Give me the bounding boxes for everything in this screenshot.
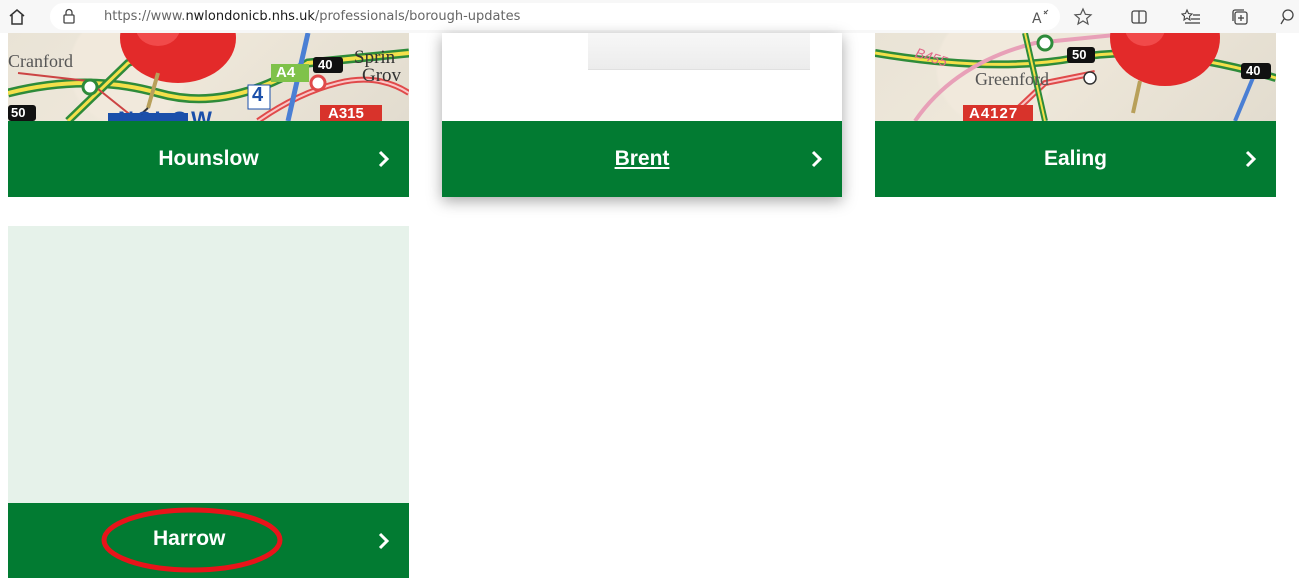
brent-image-photo (588, 33, 810, 70)
browser-address-bar: https://www.nwlondonicb.nhs.uk/professio… (0, 0, 1299, 33)
lock-icon[interactable] (60, 7, 78, 25)
road-sign-40: 40 (1246, 63, 1261, 78)
road-sign-a4127: A4127 (969, 105, 1019, 121)
hounslow-link-bar[interactable]: Hounslow (8, 121, 409, 197)
split-screen-icon[interactable] (1128, 6, 1150, 28)
road-sign-50: 50 (11, 105, 26, 120)
road-sign-a315: A315 (328, 105, 364, 121)
ealing-link-bar[interactable]: Ealing (875, 121, 1276, 197)
borough-label-hounslow[interactable]: Hounslow (158, 147, 258, 171)
chevron-right-icon (378, 150, 390, 168)
road-sign-50: 50 (1072, 47, 1087, 62)
url-path: /professionals/borough-updates (314, 9, 521, 24)
annotation-highlight-circle (101, 507, 283, 573)
favorites-list-icon[interactable] (1180, 6, 1202, 28)
svg-text:A: A (1032, 11, 1042, 26)
borough-card-ealing[interactable]: Greenford B455 A4127 50 40 Ealing (875, 33, 1276, 197)
brent-link-bar[interactable]: Brent (442, 121, 842, 197)
chevron-right-icon (811, 150, 823, 168)
map-label-cranford: Cranford (8, 51, 73, 71)
hounslow-map-image: Cranford Sprin Grov A4 40 A315 50 4 NSLO… (8, 33, 409, 121)
borough-card-brent[interactable]: Brent (442, 33, 842, 197)
ealing-map-image: Greenford B455 A4127 50 40 (875, 33, 1276, 121)
borough-card-hounslow[interactable]: Cranford Sprin Grov A4 40 A315 50 4 NSLO… (8, 33, 409, 197)
extensions-icon[interactable] (1277, 6, 1299, 28)
map-label-hounslow: NSLOW (118, 107, 215, 121)
map-label-greenford: Greenford (975, 69, 1049, 89)
road-number-4: 4 (252, 84, 264, 106)
chevron-right-icon (1245, 150, 1257, 168)
home-icon[interactable] (6, 6, 28, 28)
road-sign-a4: A4 (276, 64, 296, 81)
chevron-right-icon (378, 532, 390, 549)
borough-label-ealing[interactable]: Ealing (1044, 147, 1107, 171)
harrow-image-placeholder (8, 226, 409, 503)
url-text[interactable]: https://www.nwlondonicb.nhs.uk/professio… (104, 9, 520, 24)
url-domain: nwlondonicb.nhs.uk (185, 9, 315, 24)
brent-image (442, 33, 842, 121)
favorite-star-icon[interactable] (1072, 6, 1094, 28)
borough-label-brent[interactable]: Brent (615, 147, 670, 171)
collections-icon[interactable] (1229, 6, 1251, 28)
map-label-grov: Grov (362, 65, 402, 86)
read-aloud-icon[interactable]: A (1029, 6, 1051, 28)
road-sign-40: 40 (318, 57, 333, 72)
